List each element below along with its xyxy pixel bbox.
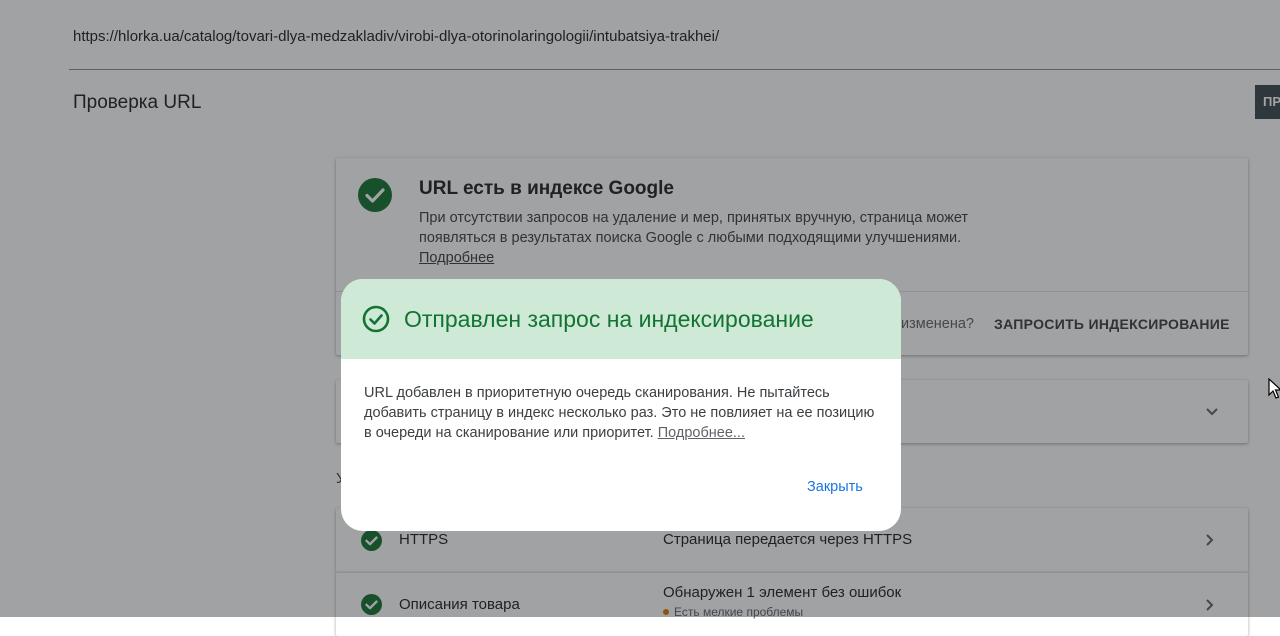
dialog-more-link[interactable]: Подробнее...	[658, 425, 745, 441]
check-circle-outline-icon	[362, 305, 390, 333]
mouse-cursor-icon	[1268, 378, 1280, 399]
dialog-body-text: URL добавлен в приоритетную очередь скан…	[364, 385, 875, 441]
dialog-title: Отправлен запрос на индексирование	[404, 306, 814, 332]
indexing-requested-dialog: Отправлен запрос на индексирование URL д…	[341, 279, 901, 531]
close-button[interactable]: Закрыть	[807, 479, 863, 495]
dialog-body: URL добавлен в приоритетную очередь скан…	[364, 383, 879, 443]
dialog-header: Отправлен запрос на индексирование	[341, 279, 901, 359]
